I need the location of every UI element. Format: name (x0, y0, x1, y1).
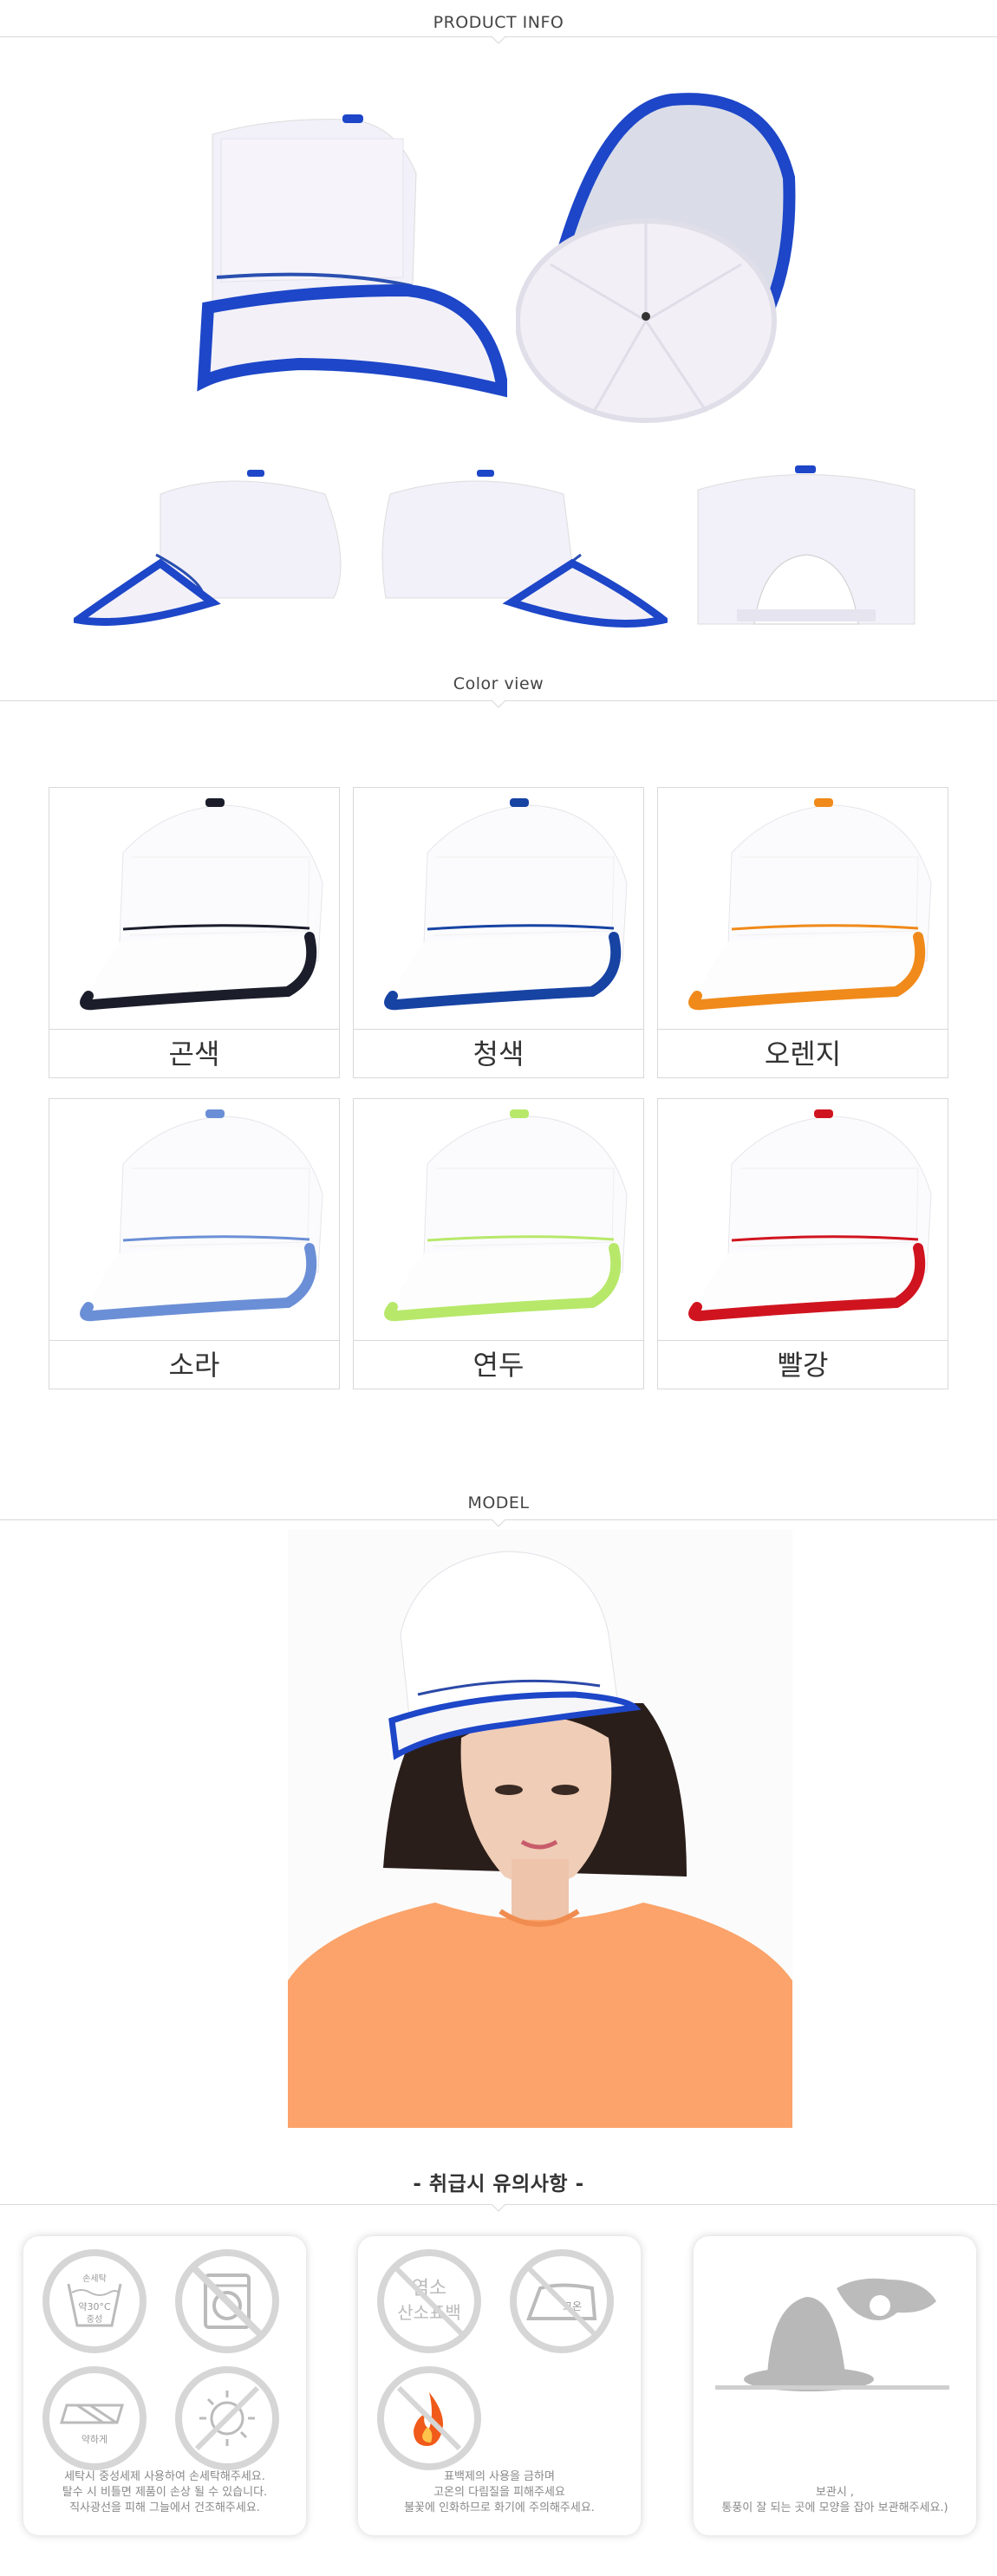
cap-image (80, 798, 323, 1011)
care-card-text: 세탁시 중성세제 사용하여 손세탁해주세요. 탈수 시 비틀면 제품이 손상 될… (62, 2470, 268, 2514)
wash-label-3: 중성 (87, 2314, 102, 2325)
color-card[interactable]: 곤색 (49, 787, 340, 1078)
product-under-view (516, 93, 796, 423)
no-fire-icon (377, 2366, 481, 2470)
color-card[interactable]: 청색 (353, 787, 644, 1078)
no-bleach-icon: 염소 산소표백 (377, 2249, 481, 2353)
care-card-text: 표백제의 사용을 금하며 고온의 다림질을 피해주세요 불꽃에 인화하므로 화기… (404, 2470, 595, 2514)
color-name: 오렌지 (658, 1029, 948, 1078)
product-front-view (197, 114, 507, 398)
wring-gently-icon: 약하게 (42, 2366, 147, 2470)
divider-notch-icon (492, 700, 505, 708)
model-photo (288, 1530, 792, 2128)
color-name: 청색 (354, 1029, 643, 1078)
section-header-model: MODEL (0, 1491, 997, 1534)
care-card-text: 보관시 , 통풍이 잘 되는 곳에 모양을 잡아 보관해주세요.) (721, 2486, 948, 2514)
storage-hat-icon (715, 2278, 949, 2391)
divider-notch-icon (492, 2204, 505, 2212)
section-title: PRODUCT INFO (433, 13, 564, 32)
wring-label: 약하게 (81, 2433, 108, 2445)
care-card-storage: 보관시 , 통풍이 잘 되는 곳에 모양을 잡아 보관해주세요.) (694, 2236, 976, 2535)
cap-image (384, 798, 628, 1011)
divider-notch-icon (492, 1519, 505, 1527)
cap-image (688, 798, 932, 1011)
section-title: Color view (453, 674, 544, 693)
color-card[interactable]: 연두 (353, 1098, 644, 1389)
section-title: - 취급시 유의사항 - (413, 2173, 584, 2195)
product-back-view (697, 465, 916, 625)
color-card[interactable]: 오렌지 (657, 787, 948, 1078)
product-right-view (381, 470, 668, 628)
product-left-view (74, 470, 342, 626)
cap-image (688, 1109, 932, 1322)
section-header-product-info: PRODUCT INFO (0, 0, 997, 44)
color-card[interactable]: 소라 (49, 1098, 340, 1389)
no-high-iron-icon: 고온 (510, 2249, 614, 2353)
wash-label-1: 손세탁 (82, 2274, 107, 2284)
hand-wash-icon: 손세탁 약30°C 중성 (42, 2249, 147, 2353)
color-name: 연두 (354, 1340, 643, 1389)
bleach-label-2: 산소표백 (397, 2302, 461, 2323)
divider-notch-icon (492, 36, 505, 44)
color-card[interactable]: 빨강 (657, 1098, 948, 1389)
cap-image (80, 1109, 323, 1322)
no-machine-wash-icon (175, 2249, 279, 2353)
wash-label-2: 약30°C (78, 2300, 111, 2313)
section-header-care: - 취급시 유의사항 - (0, 2158, 997, 2219)
color-name: 빨강 (658, 1340, 948, 1389)
color-name: 곤색 (49, 1029, 339, 1078)
cap-image (384, 1109, 628, 1322)
section-title: MODEL (467, 1493, 530, 1512)
no-sun-dry-icon (175, 2366, 279, 2470)
section-header-color-view: Color view (0, 672, 997, 715)
color-name: 소라 (49, 1340, 339, 1389)
care-card-bleach-iron: 염소 산소표백 고온 표백제의 사용을 금하며 고온의 다림질을 피해주세요 불… (358, 2236, 641, 2535)
care-card-washing: 손세탁 약30°C 중성 약하게 세탁시 중성세제 사용하여 손세탁해주세요. … (23, 2236, 306, 2535)
